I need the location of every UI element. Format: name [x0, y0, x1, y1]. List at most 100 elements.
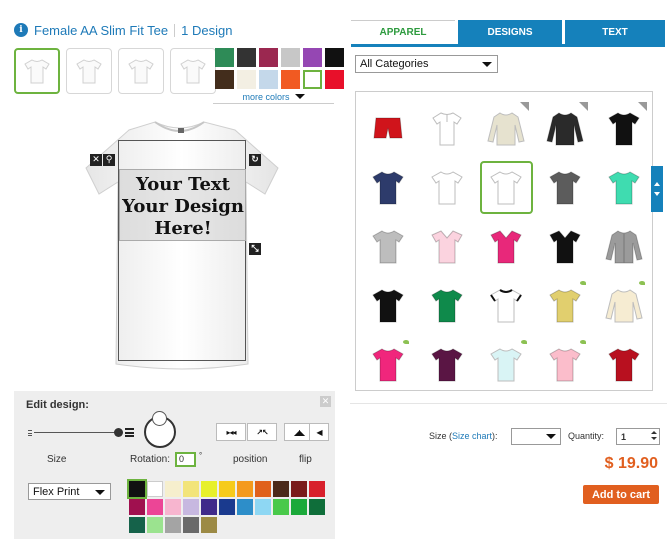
print-color-swatch[interactable] [273, 499, 289, 515]
apparel-item[interactable] [594, 158, 653, 217]
apparel-item[interactable] [358, 335, 417, 394]
tab-apparel[interactable]: APPAREL [351, 20, 455, 44]
print-color-swatch[interactable] [291, 481, 307, 497]
quantity-stepper[interactable]: 1 [616, 428, 660, 445]
apparel-item[interactable] [476, 217, 535, 276]
shirt-color-swatch[interactable] [215, 70, 234, 89]
print-type-select[interactable]: Flex Print [28, 483, 111, 500]
apparel-item[interactable] [594, 217, 653, 276]
shirt-color-swatch[interactable] [281, 70, 300, 89]
apparel-item[interactable] [476, 335, 535, 394]
apparel-item[interactable] [358, 99, 417, 158]
category-select[interactable]: All Categories [355, 55, 498, 73]
size-select[interactable] [511, 428, 561, 445]
slider-track[interactable] [34, 432, 116, 433]
front-view[interactable] [14, 48, 60, 94]
apparel-item[interactable] [594, 335, 653, 394]
rotation-input[interactable]: 0 [175, 452, 196, 467]
apparel-item[interactable] [417, 217, 476, 276]
print-color-swatch[interactable] [219, 499, 235, 515]
apparel-item[interactable] [535, 217, 594, 276]
move-corner-button[interactable]: ↗↖ [247, 423, 277, 441]
apparel-item[interactable] [358, 158, 417, 217]
left-view[interactable] [118, 48, 164, 94]
rotate-icon[interactable]: ↻ [249, 154, 261, 166]
apparel-item[interactable] [594, 99, 653, 158]
apparel-item[interactable] [417, 276, 476, 335]
print-color-swatch[interactable] [255, 499, 271, 515]
print-color-swatch[interactable] [273, 481, 289, 497]
shirt-color-swatch[interactable] [259, 70, 278, 89]
quantity-spin-buttons[interactable] [651, 431, 657, 440]
print-color-swatch[interactable] [237, 481, 253, 497]
center-horizontal-button[interactable]: ▸◂◂ [216, 423, 246, 441]
print-color-swatch[interactable] [129, 517, 145, 533]
slider-handle[interactable] [114, 428, 123, 437]
apparel-item[interactable] [358, 276, 417, 335]
print-color-swatch[interactable] [127, 479, 147, 499]
delete-icon[interactable]: ✕ [90, 154, 102, 166]
print-color-swatch[interactable] [129, 499, 145, 515]
print-color-swatch[interactable] [237, 499, 253, 515]
print-color-swatch[interactable] [147, 517, 163, 533]
tab-text[interactable]: TEXT [565, 20, 665, 44]
close-icon[interactable]: ✕ [320, 396, 331, 407]
print-color-swatch[interactable] [291, 499, 307, 515]
print-color-swatch[interactable] [201, 499, 217, 515]
shirt-color-swatch[interactable] [237, 48, 256, 67]
resize-icon[interactable]: ⤡ [249, 243, 261, 255]
apparel-item[interactable] [476, 99, 535, 158]
print-color-swatch[interactable] [165, 499, 181, 515]
shirt-color-swatch[interactable] [215, 48, 234, 67]
shirt-color-swatch[interactable] [325, 48, 344, 67]
print-color-swatch[interactable] [147, 499, 163, 515]
scroll-up-icon[interactable] [654, 182, 660, 186]
size-slider[interactable] [28, 427, 134, 439]
apparel-item[interactable] [476, 276, 535, 335]
shirt-color-swatch[interactable] [303, 70, 322, 89]
print-color-swatch[interactable] [165, 517, 181, 533]
apparel-item[interactable] [535, 276, 594, 335]
info-icon[interactable]: i [14, 23, 28, 37]
apparel-item[interactable] [358, 217, 417, 276]
print-color-swatch[interactable] [309, 499, 325, 515]
back-view[interactable] [66, 48, 112, 94]
product-name-link[interactable]: Female AA Slim Fit Tee [34, 23, 168, 38]
scroll-down-icon[interactable] [654, 192, 660, 196]
print-color-swatch[interactable] [147, 481, 163, 497]
flip-vertical-button[interactable]: ◀ [309, 423, 329, 441]
add-to-cart-button[interactable]: Add to cart [583, 485, 659, 504]
shirt-color-swatch[interactable] [325, 70, 344, 89]
print-color-swatch[interactable] [183, 499, 199, 515]
apparel-item[interactable] [535, 335, 594, 394]
zoom-icon[interactable]: ⚲ [103, 154, 115, 166]
right-view[interactable] [170, 48, 216, 94]
shirt-color-swatch[interactable] [281, 48, 300, 67]
more-colors-toggle[interactable]: more colors [213, 90, 334, 104]
print-color-swatch[interactable] [219, 481, 235, 497]
print-color-swatch[interactable] [201, 481, 217, 497]
print-color-swatch[interactable] [165, 481, 181, 497]
rotation-handle[interactable] [152, 411, 167, 426]
print-color-swatch[interactable] [201, 517, 217, 533]
size-chart-link[interactable]: Size chart [452, 431, 492, 441]
shirt-color-swatch[interactable] [259, 48, 278, 67]
tab-designs[interactable]: DESIGNS [458, 20, 562, 44]
design-count-link[interactable]: 1 Design [181, 23, 232, 38]
apparel-item[interactable] [594, 276, 653, 335]
apparel-item[interactable] [417, 158, 476, 217]
design-canvas[interactable]: Your Text Your Design Here! ✕ ⚲ ↻ ⤡ [60, 112, 340, 382]
design-text[interactable]: Your Text Your Design Here! [112, 174, 254, 240]
apparel-scrollbar[interactable] [651, 166, 663, 212]
apparel-item[interactable] [417, 99, 476, 158]
shirt-color-swatch[interactable] [237, 70, 256, 89]
apparel-item[interactable] [535, 158, 594, 217]
print-color-swatch[interactable] [183, 481, 199, 497]
apparel-item[interactable] [535, 99, 594, 158]
apparel-item[interactable] [417, 335, 476, 394]
print-color-swatch[interactable] [309, 481, 325, 497]
shirt-color-swatch[interactable] [303, 48, 322, 67]
print-color-swatch[interactable] [183, 517, 199, 533]
apparel-item[interactable] [476, 158, 535, 217]
print-color-swatch[interactable] [255, 481, 271, 497]
